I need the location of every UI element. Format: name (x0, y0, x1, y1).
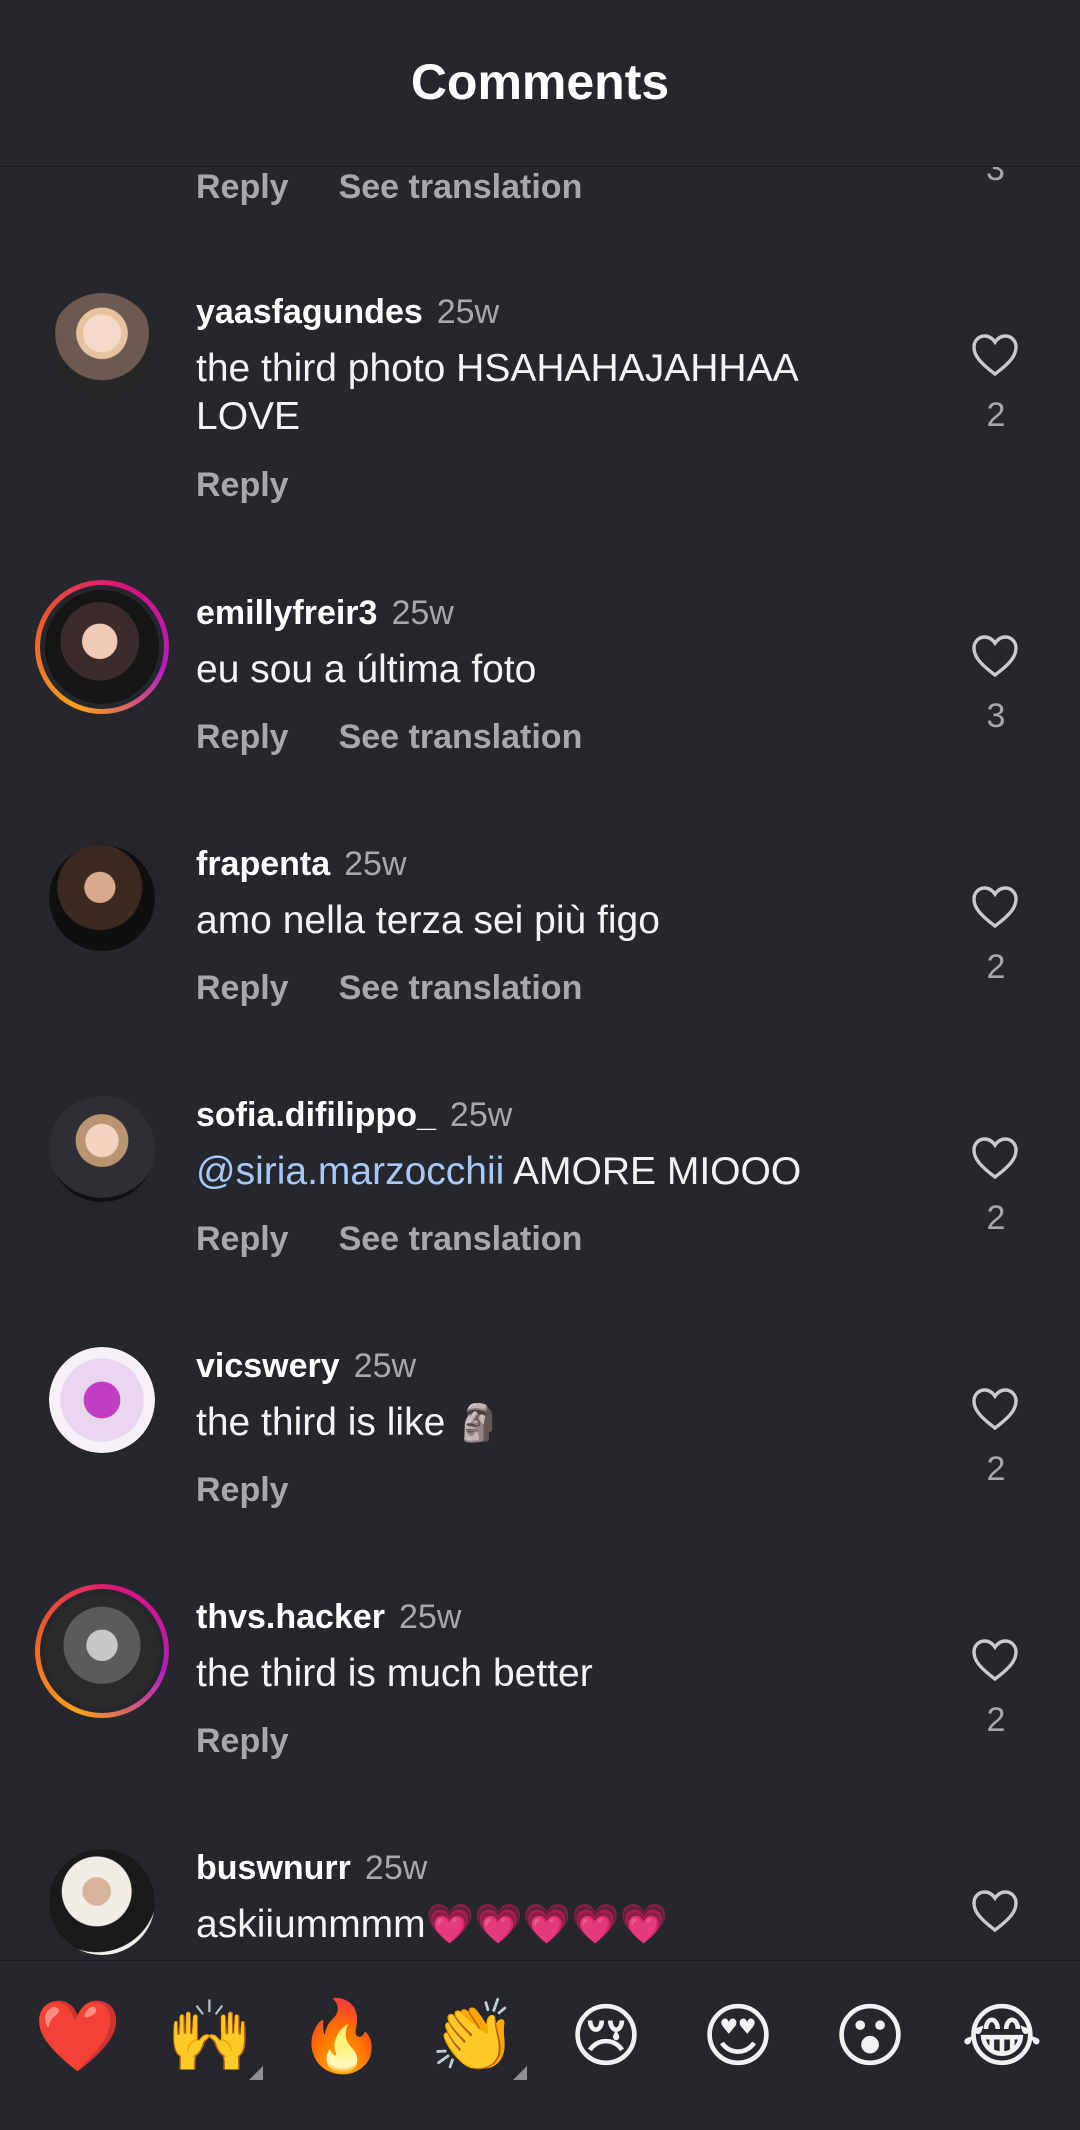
emoji-variants-indicator (249, 2066, 263, 2080)
comment-item: frapenta 25w amo nella terza sei più fig… (0, 845, 1080, 1096)
emoji-reaction-bar: ❤️ 🙌 🔥 👏 😢 😍 😮 😂 (0, 1960, 1080, 2130)
emoji-variants-indicator (513, 2066, 527, 2080)
comment-actions: Reply See translation (196, 168, 582, 207)
comment-username[interactable]: frapenta (196, 845, 330, 884)
comment-item: emillyfreir3 25w eu sou a última foto Re… (0, 580, 1080, 845)
fire-emoji[interactable]: 🔥 (297, 1991, 387, 2081)
comment-text: the third is like 🗿 (196, 1399, 876, 1447)
like-count: 2 (986, 396, 1006, 434)
comment-text: amo nella terza sei più figo (196, 899, 660, 942)
comment-time: 25w (436, 293, 500, 331)
like-count: 2 (986, 1450, 1006, 1488)
comment-text-body: AMORE MIOOO (504, 1150, 802, 1193)
comment-text: @siria.marzocchii AMORE MIOOO (196, 1148, 876, 1196)
like-heart-icon[interactable] (971, 885, 1019, 929)
comment-item: yaasfagundes 25w the third photo HSAHAHA… (0, 293, 1080, 544)
avatar[interactable] (49, 845, 155, 951)
comment-item: buswnurr 25w askiiummmm💗💗💗💗💗 (0, 1849, 1080, 1960)
like-count: 2 (986, 948, 1006, 986)
moai-emoji: 🗿 (456, 1402, 501, 1443)
comment-text: eu sou a última foto (196, 648, 537, 691)
avatar[interactable] (35, 580, 169, 714)
reply-button[interactable]: Reply (196, 168, 289, 207)
reply-button[interactable]: Reply (196, 1471, 289, 1510)
reply-button[interactable]: Reply (196, 718, 289, 757)
see-translation-button[interactable]: See translation (339, 168, 583, 207)
reply-button[interactable]: Reply (196, 1220, 289, 1259)
comment-username[interactable]: sofia.difilippo_ (196, 1096, 436, 1135)
raising-hands-emoji[interactable]: 🙌 (165, 1991, 255, 2081)
reply-button[interactable]: Reply (196, 1722, 289, 1761)
comment-time: 25w (391, 594, 454, 632)
like-heart-icon[interactable] (971, 1387, 1019, 1431)
avatar[interactable] (49, 293, 155, 399)
comment-time: 25w (399, 1598, 462, 1636)
tears-of-joy-emoji[interactable]: 😂 (957, 1991, 1047, 2081)
surprised-face-emoji[interactable]: 😮 (825, 1991, 915, 2081)
comment-username[interactable]: vicswery (196, 1347, 340, 1386)
red-heart-emoji[interactable]: ❤️ (33, 1991, 123, 2081)
like-count: 2 (986, 1199, 1006, 1237)
clapping-hands-emoji[interactable]: 👏 (429, 1991, 519, 2081)
comment-time: 25w (353, 1347, 417, 1385)
avatar[interactable] (35, 1584, 169, 1718)
reply-button[interactable]: Reply (196, 969, 289, 1008)
page-title: Comments (410, 54, 670, 110)
crying-face-emoji[interactable]: 😢 (561, 1991, 651, 2081)
comment-time: 25w (449, 1096, 513, 1134)
comments-header: Comments (0, 0, 1080, 167)
see-translation-button[interactable]: See translation (339, 969, 583, 1008)
heart-eyes-emoji[interactable]: 😍 (693, 1991, 783, 2081)
like-heart-icon[interactable] (971, 1638, 1019, 1682)
comment-text: the third photo HSAHAHAJAHHAA LOVE (196, 347, 797, 438)
comment-username[interactable]: thvs.hacker (196, 1598, 385, 1637)
avatar[interactable] (49, 1096, 155, 1202)
see-translation-button[interactable]: See translation (339, 718, 583, 757)
like-heart-icon[interactable] (971, 333, 1019, 377)
avatar[interactable] (49, 1347, 155, 1453)
comment-time: 25w (344, 845, 407, 883)
mention-link[interactable]: @siria.marzocchii (196, 1150, 504, 1193)
avatar[interactable] (49, 1849, 155, 1955)
comment-text: the third is much better (196, 1652, 593, 1695)
comment-username[interactable]: buswnurr (196, 1849, 351, 1888)
like-heart-icon[interactable] (971, 634, 1019, 678)
comment-username[interactable]: yaasfagundes (196, 293, 423, 332)
like-heart-icon[interactable] (971, 1889, 1019, 1933)
comment-time: 25w (364, 1849, 428, 1887)
comment-text-body: the third is like (196, 1401, 446, 1444)
comments-list[interactable]: Reply See translation 3 yaasfagundes 25w… (0, 0, 1080, 1960)
like-count: 2 (986, 1701, 1006, 1739)
comment-item: vicswery 25w the third is like 🗿 Reply 2 (0, 1347, 1080, 1598)
like-heart-icon[interactable] (971, 1136, 1019, 1180)
like-count: 3 (986, 697, 1006, 735)
reply-button[interactable]: Reply (196, 466, 289, 505)
comment-item: thvs.hacker 25w the third is much better… (0, 1584, 1080, 1849)
comment-item: sofia.difilippo_ 25w @siria.marzocchii A… (0, 1096, 1080, 1347)
comment-username[interactable]: emillyfreir3 (196, 594, 377, 633)
comment-text: askiiummmm💗💗💗💗💗 (196, 1903, 669, 1946)
see-translation-button[interactable]: See translation (339, 1220, 583, 1259)
